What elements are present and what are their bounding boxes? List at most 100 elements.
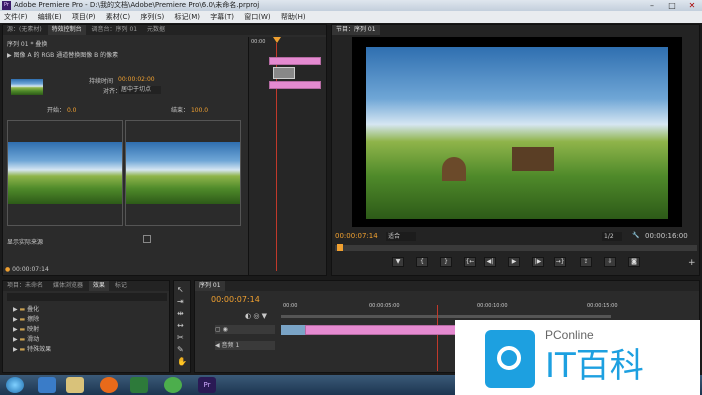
add-marker-button[interactable]: ▼ xyxy=(392,257,404,267)
premiere-app-icon: Pr xyxy=(2,1,11,10)
track-select-tool-icon[interactable]: ⇥ xyxy=(177,297,184,306)
start-button-icon[interactable] xyxy=(6,377,24,393)
timeline-ruler[interactable]: 00:00 00:00:05:00 00:00:10:00 00:00:15:0… xyxy=(281,303,681,313)
ie-icon[interactable] xyxy=(38,377,56,393)
show-actual-source-label: 显示实际来源 xyxy=(7,239,44,246)
folder-slide[interactable]: ▶ ▬ 滑动 xyxy=(13,335,51,345)
premiere-taskbar-icon[interactable]: Pr xyxy=(198,377,216,393)
tab-sequence[interactable]: 序列 01 xyxy=(195,281,225,291)
show-actual-source-checkbox[interactable] xyxy=(143,235,151,243)
explorer-folder-icon[interactable] xyxy=(66,377,84,393)
program-monitor-panel: 节目：序列 01 00:00:07:14 适合 1/2 🔧 00:00:16:0… xyxy=(331,24,700,276)
tab-source[interactable]: 源：(无素材) xyxy=(3,25,46,35)
menu-marker[interactable]: 标记(M) xyxy=(171,11,205,23)
lift-button[interactable]: ⇪ xyxy=(580,257,592,267)
close-icon[interactable]: ✕ xyxy=(682,0,702,11)
add-button-icon[interactable]: + xyxy=(688,258,696,268)
timeline-playhead[interactable] xyxy=(437,305,438,371)
folder-dissolve[interactable]: ▶ ▬ 叠化 xyxy=(13,305,51,315)
program-timecode[interactable]: 00:00:07:14 xyxy=(335,232,378,240)
tab-metadata[interactable]: 元数据 xyxy=(143,25,169,35)
tab-effects[interactable]: 效果 xyxy=(88,281,109,291)
playhead-icon[interactable] xyxy=(273,37,281,43)
transition-block[interactable] xyxy=(273,67,295,79)
end-value[interactable]: 100.0 xyxy=(191,107,208,114)
tab-markers[interactable]: 标记 xyxy=(111,281,131,291)
menu-window[interactable]: 窗口(W) xyxy=(240,11,274,23)
menu-sequence[interactable]: 序列(S) xyxy=(136,11,168,23)
step-back-button[interactable]: ◀| xyxy=(484,257,496,267)
ripple-edit-tool-icon[interactable]: ⇹ xyxy=(177,309,184,318)
rate-stretch-tool-icon[interactable]: ↔ xyxy=(177,321,184,330)
pconline-watermark: PConline IT百科 xyxy=(455,320,700,395)
razor-tool-icon[interactable]: ✂ xyxy=(177,333,184,342)
effect-mini-timeline: 00:00 xyxy=(248,37,326,275)
timeline-tab-bar: 序列 01 xyxy=(195,281,699,291)
video-track-header[interactable]: ▢ ◉ xyxy=(215,325,275,334)
media-player-icon[interactable] xyxy=(130,377,148,393)
menu-clip[interactable]: 素材(C) xyxy=(102,11,134,23)
effects-search-input[interactable] xyxy=(7,293,167,301)
tab-effect-controls[interactable]: 特效控制台 xyxy=(47,25,86,35)
minimize-icon[interactable]: – xyxy=(642,0,662,11)
go-to-in-button[interactable]: {← xyxy=(464,257,476,267)
pen-tool-icon[interactable]: ✎ xyxy=(177,345,184,354)
menu-bar: 文件(F) 编辑(E) 项目(P) 素材(C) 序列(S) 标记(M) 字幕(T… xyxy=(0,11,702,23)
app-green-icon[interactable] xyxy=(164,377,182,393)
fit-dropdown[interactable]: 适合 xyxy=(386,232,416,241)
audio-track-header: ◀ 音频 1 xyxy=(215,341,275,350)
ruler-label: 00:00 xyxy=(283,303,298,309)
work-area-bar[interactable] xyxy=(281,315,611,318)
export-frame-camera-icon[interactable]: ◙ xyxy=(628,257,640,267)
clip-a[interactable] xyxy=(269,57,321,65)
tab-program[interactable]: 节目：序列 01 xyxy=(332,25,380,35)
menu-help[interactable]: 帮助(H) xyxy=(277,11,310,23)
end-preview xyxy=(125,120,241,226)
window-title-bar: Pr Adobe Premiere Pro - D:\我的文档\Adobe\Pr… xyxy=(0,0,702,11)
watermark-brand: PConline xyxy=(545,328,594,342)
cabin-shape xyxy=(512,147,554,171)
tab-project[interactable]: 项目：未命名 xyxy=(3,281,47,291)
tab-media-browser[interactable]: 媒体浏览器 xyxy=(49,281,87,291)
hand-tool-icon[interactable]: ✋ xyxy=(177,357,187,366)
timeline-timecode[interactable]: 00:00:07:14 xyxy=(211,295,260,304)
tools-panel: ↖ ⇥ ⇹ ↔ ✂ ✎ ✋ xyxy=(173,280,191,373)
window-title: Adobe Premiere Pro - D:\我的文档\Adobe\Premi… xyxy=(14,1,260,9)
snap-icon[interactable]: ◐ ◎ ▼ xyxy=(245,312,267,320)
play-button[interactable]: ▶ xyxy=(508,257,520,267)
menu-title[interactable]: 字幕(T) xyxy=(206,11,238,23)
folder-map[interactable]: ▶ ▬ 映射 xyxy=(13,325,51,335)
mark-out-button[interactable]: } xyxy=(440,257,452,267)
go-to-out-button[interactable]: →} xyxy=(554,257,566,267)
start-value[interactable]: 0.0 xyxy=(67,107,77,114)
program-duration: 00:00:16:00 xyxy=(645,232,688,240)
ruler-label: 00:00:10:00 xyxy=(477,303,508,309)
folder-special-effects[interactable]: ▶ ▬ 特殊效果 xyxy=(13,345,51,355)
clip-b[interactable] xyxy=(269,81,321,89)
menu-file[interactable]: 文件(F) xyxy=(0,11,32,23)
firefox-icon[interactable] xyxy=(100,377,118,393)
mark-in-button[interactable]: { xyxy=(416,257,428,267)
project-tab-bar: 项目：未命名 媒体浏览器 效果 标记 xyxy=(3,281,169,291)
selection-tool-icon[interactable]: ↖ xyxy=(177,285,184,294)
wrench-icon[interactable]: 🔧 xyxy=(632,232,639,239)
extract-button[interactable]: ⇩ xyxy=(604,257,616,267)
duration-value[interactable]: 00:00:02:00 xyxy=(118,76,155,83)
start-label: 开始： 0.0 xyxy=(47,107,77,114)
resolution-dropdown[interactable]: 1/2 xyxy=(602,232,622,241)
align-dropdown[interactable]: 居中于切点 xyxy=(119,86,161,94)
video-clip-thumbnail[interactable] xyxy=(281,325,305,335)
folder-wipe[interactable]: ▶ ▬ 擦除 xyxy=(13,315,51,325)
maximize-icon[interactable]: □ xyxy=(662,0,682,11)
menu-edit[interactable]: 编辑(E) xyxy=(34,11,66,23)
scrubber-playhead-icon[interactable] xyxy=(337,244,343,251)
step-forward-button[interactable]: |▶ xyxy=(532,257,544,267)
effect-timecode: ● 00:00:07:14 xyxy=(5,266,49,273)
program-scrubber[interactable] xyxy=(335,244,697,251)
menu-project[interactable]: 项目(P) xyxy=(68,11,100,23)
sequence-label: 序列 01 * 叠换 xyxy=(7,41,48,48)
program-video-image xyxy=(366,47,668,219)
tab-audio-mixer[interactable]: 调音台：序列 01 xyxy=(88,25,142,35)
speaker-icon[interactable]: ◀ xyxy=(215,342,220,349)
project-panel: 项目：未命名 媒体浏览器 效果 标记 ▶ ▬ 叠化 ▶ ▬ 擦除 ▶ ▬ 映射 … xyxy=(2,280,170,373)
